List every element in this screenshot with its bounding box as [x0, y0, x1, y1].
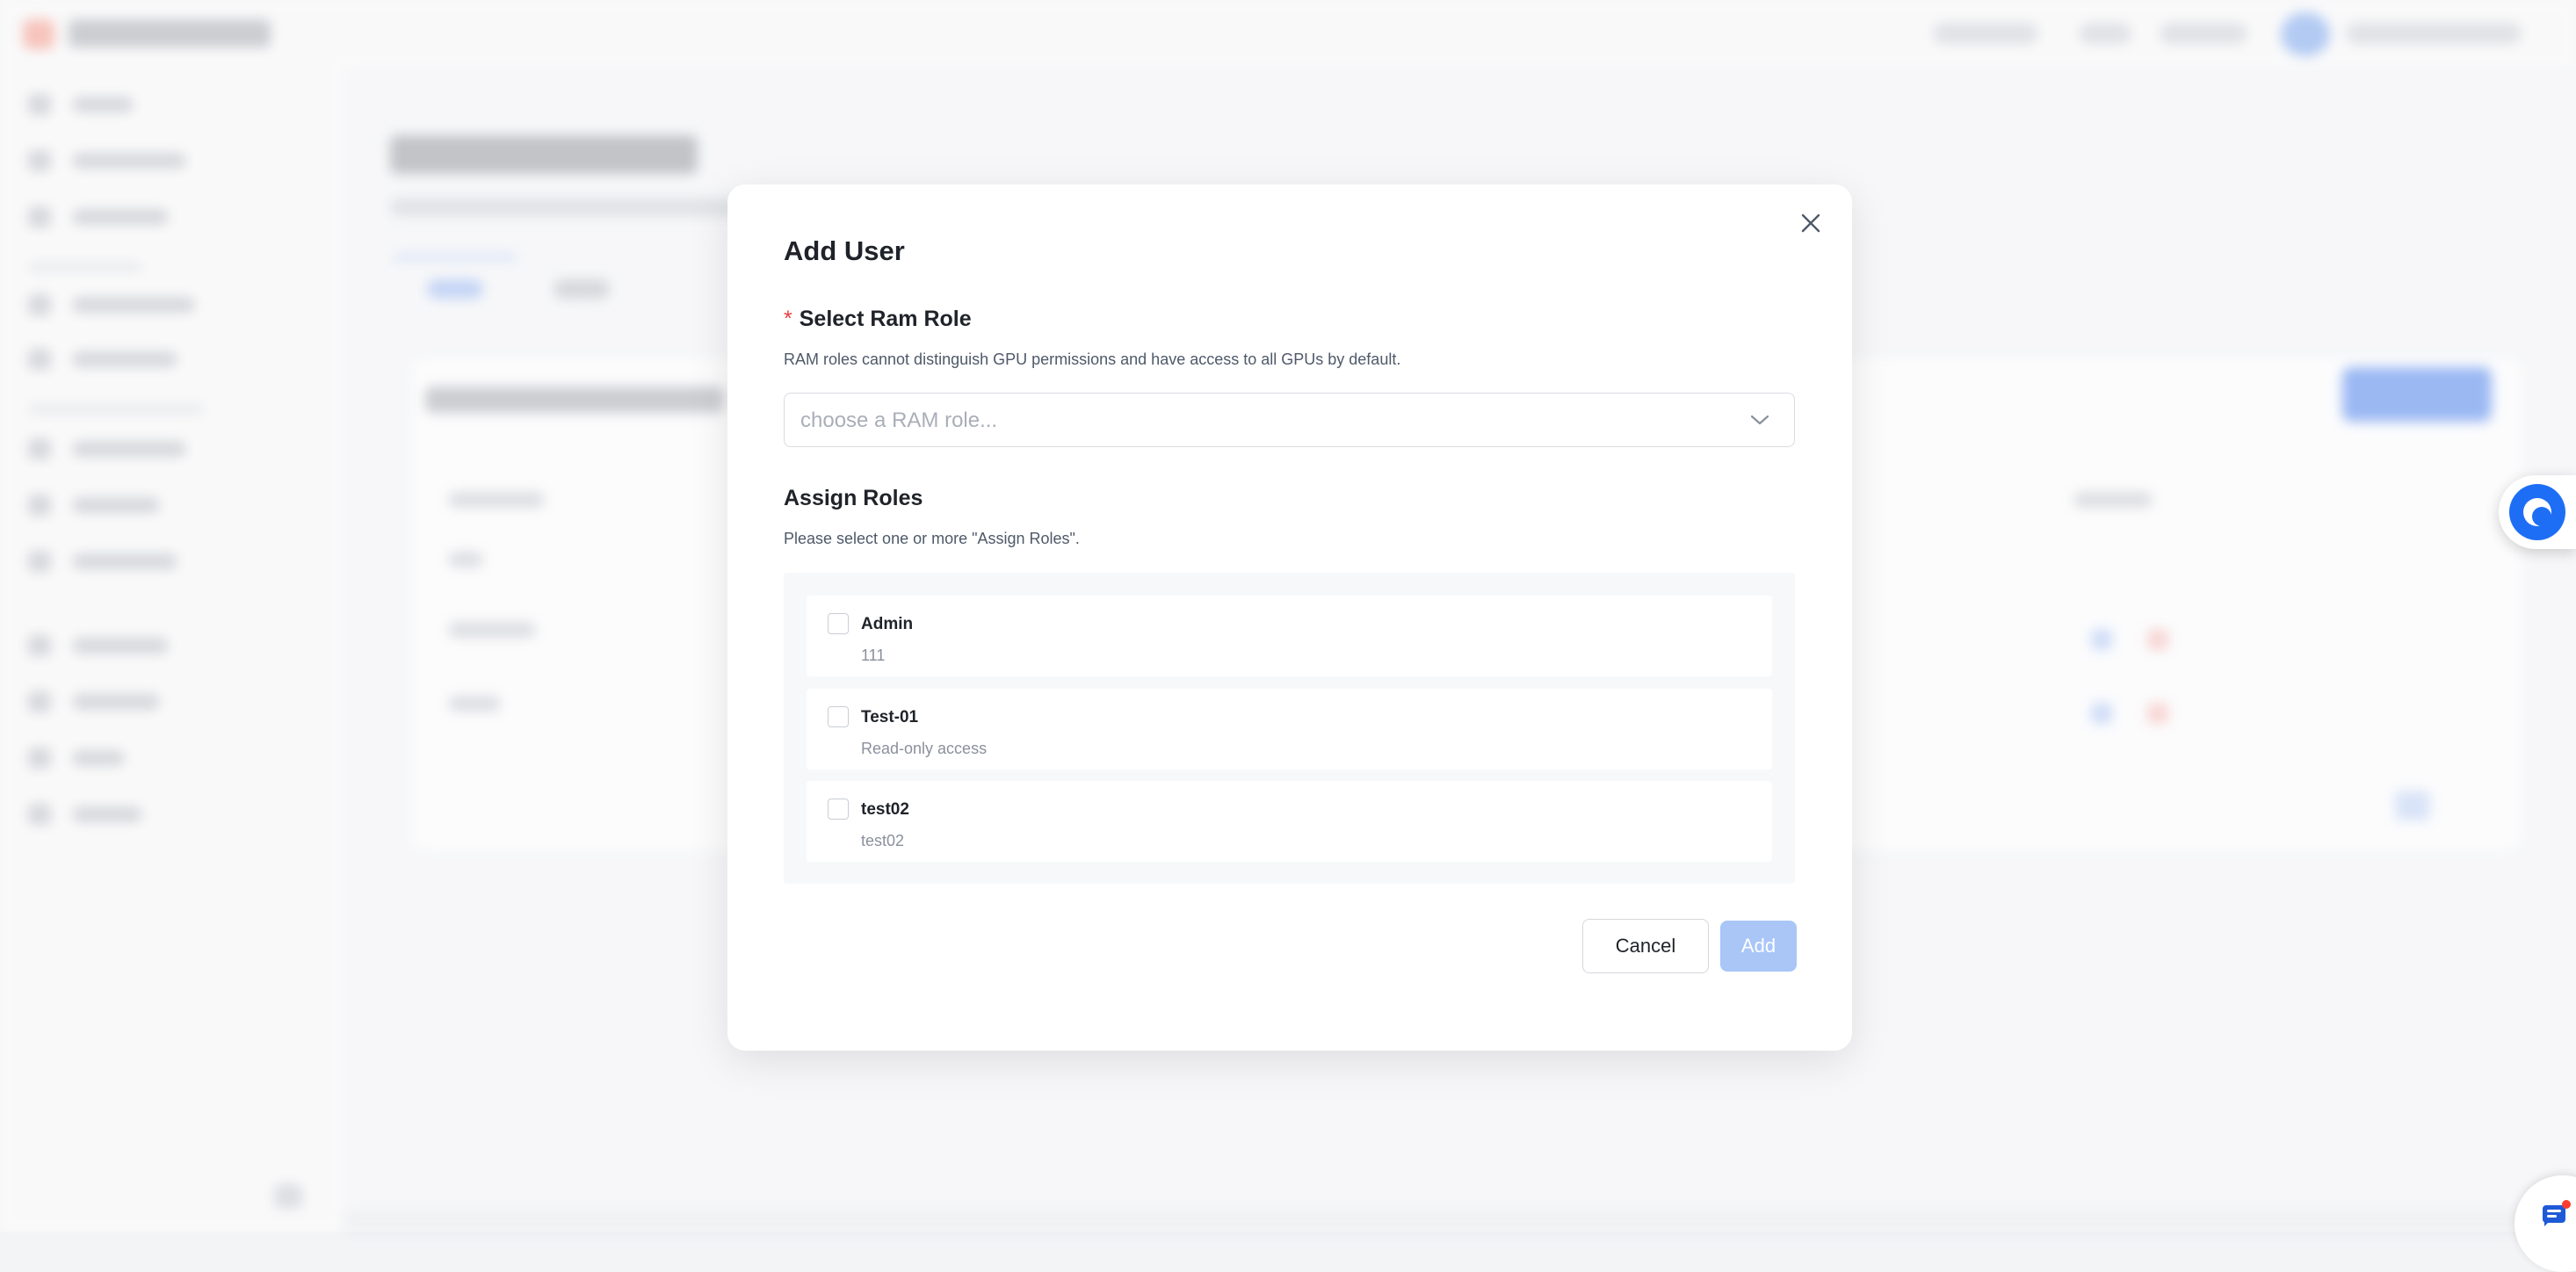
cancel-button[interactable]: Cancel [1582, 919, 1709, 973]
role-checkbox[interactable] [828, 799, 849, 820]
role-name: Admin [861, 615, 914, 633]
role-checkbox[interactable] [828, 706, 849, 727]
close-icon [1801, 213, 1820, 233]
chat-icon [2543, 1205, 2565, 1226]
role-item-test02[interactable]: test02 test02 [807, 781, 1772, 862]
floating-assistant-button[interactable] [2499, 475, 2576, 549]
ram-role-placeholder: choose a RAM role... [800, 408, 998, 432]
add-button[interactable]: Add [1720, 921, 1797, 972]
role-name: Test-01 [861, 708, 919, 726]
ram-role-select[interactable]: choose a RAM role... [784, 393, 1795, 447]
role-name: test02 [861, 800, 909, 819]
ram-role-hint: RAM roles cannot distinguish GPU permiss… [784, 351, 1401, 368]
role-item-test-01[interactable]: Test-01 Read-only access [807, 689, 1772, 770]
chevron-down-icon [1750, 415, 1769, 425]
modal-title: Add User [784, 235, 905, 266]
ram-role-label-text: Select Ram Role [799, 307, 972, 331]
assign-roles-label: Assign Roles [784, 486, 923, 510]
role-description: test02 [861, 832, 905, 849]
assistant-icon [2509, 484, 2565, 540]
role-description: 111 [861, 647, 886, 664]
close-button[interactable] [1796, 208, 1826, 238]
role-checkbox[interactable] [828, 613, 849, 634]
notification-dot [2562, 1200, 2571, 1209]
roles-list: Admin 111 Test-01 Read-only access test0… [784, 573, 1795, 884]
role-description: Read-only access [861, 740, 988, 757]
required-mark: * [784, 307, 792, 331]
role-item-admin[interactable]: Admin 111 [807, 596, 1772, 676]
assign-roles-hint: Please select one or more "Assign Roles"… [784, 530, 1080, 547]
ram-role-label: * Select Ram Role [784, 304, 972, 334]
add-user-modal: Add User * Select Ram Role RAM roles cann… [727, 184, 1852, 1051]
